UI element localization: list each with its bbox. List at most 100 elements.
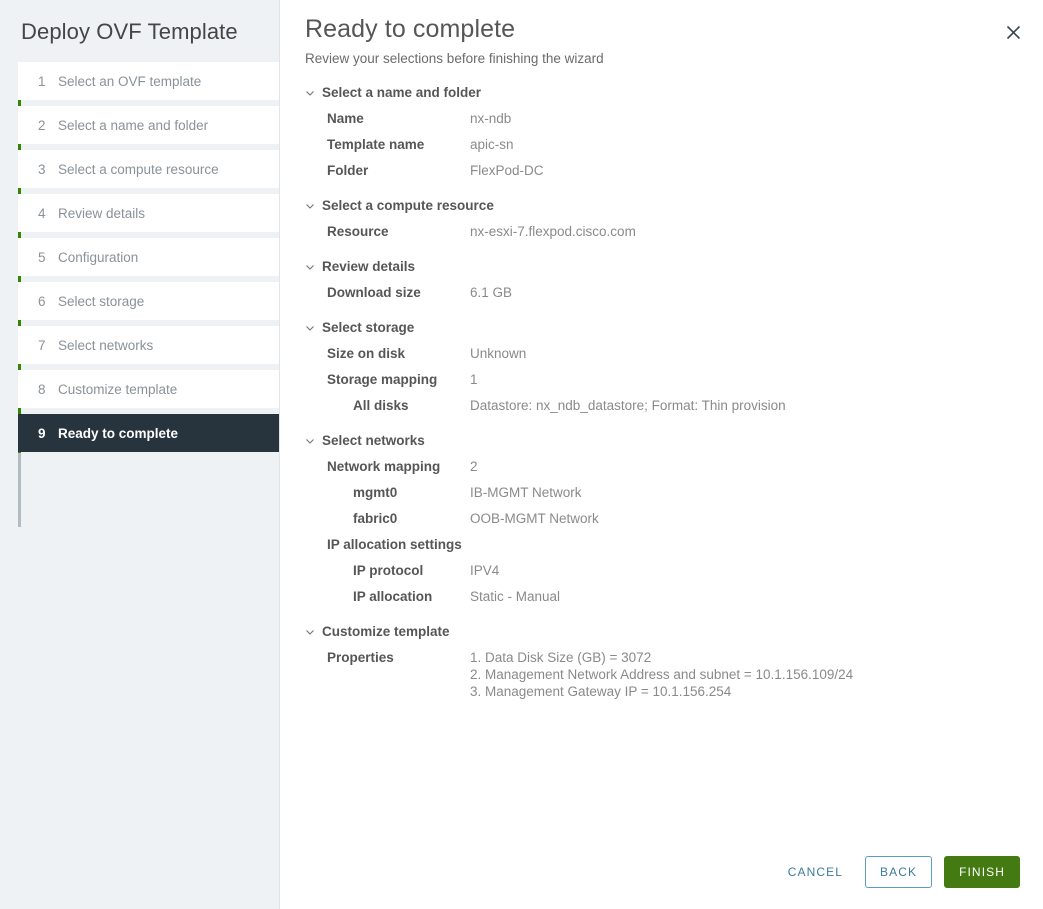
sidebar-step-label: Select storage <box>58 293 145 309</box>
summary-row: IP allocation Static - Manual <box>305 584 1043 610</box>
summary-row-value: 1 <box>470 372 478 387</box>
chevron-down-icon <box>305 88 319 98</box>
summary-row-value: FlexPod-DC <box>470 163 544 178</box>
back-button[interactable]: BACK <box>864 856 933 888</box>
summary-row: Storage mapping 1 <box>305 367 1043 393</box>
sidebar-step-label: Select networks <box>58 337 154 353</box>
summary-row-value: nx-ndb <box>470 111 512 126</box>
cancel-button[interactable]: CANCEL <box>776 856 855 888</box>
sidebar-step-label: Review details <box>58 205 146 221</box>
sidebar-step-number: 4 <box>38 205 46 221</box>
summary-row-value: Datastore: nx_ndb_datastore; Format: Thi… <box>470 398 786 413</box>
summary-row: Network mapping 2 <box>305 454 1043 480</box>
summary-row: Resource nx-esxi-7.flexpod.cisco.com <box>305 219 1043 245</box>
summary-row-key: Folder <box>327 163 369 178</box>
summary-row-value: 2 <box>470 459 478 474</box>
sidebar-step-label: Customize template <box>58 381 178 397</box>
summary-row-value: IPV4 <box>470 563 500 578</box>
summary-row-value: 1. Data Disk Size (GB) = 3072 2. Managem… <box>470 650 854 699</box>
summary-row: mgmt0 IB-MGMT Network <box>305 480 1043 506</box>
summary-row-key: IP protocol <box>353 563 424 578</box>
section-heading-text: Select storage <box>322 320 415 335</box>
summary-row: All disks Datastore: nx_ndb_datastore; Fo… <box>305 393 1043 419</box>
wizard-sidebar: Deploy OVF Template 1 Select an OVF templ… <box>0 0 280 909</box>
sidebar-step-4[interactable]: 4 Review details <box>18 194 279 232</box>
progress-rail-remaining <box>18 453 21 527</box>
sidebar-step-5[interactable]: 5 Configuration <box>18 238 279 276</box>
sidebar-step-label: Select an OVF template <box>58 73 202 89</box>
sidebar-step-6[interactable]: 6 Select storage <box>18 282 279 320</box>
section-customize-template: Customize template Properties 1. Data Disk… <box>305 610 1043 700</box>
page-title: Ready to complete <box>305 15 516 43</box>
summary-row-key: Resource <box>327 224 389 239</box>
summary-row-value: Unknown <box>470 346 527 361</box>
summary-row-key: Network mapping <box>327 459 441 474</box>
summary-row-key: mgmt0 <box>353 485 398 500</box>
chevron-down-icon <box>305 627 319 637</box>
sidebar-step-9[interactable]: 9 Ready to complete <box>18 414 279 452</box>
section-heading-text: Review details <box>322 259 416 274</box>
summary-row-value: apic-sn <box>470 137 514 152</box>
summary-row-key: Name <box>327 111 364 126</box>
wizard-title: Deploy OVF Template <box>21 19 238 44</box>
summary-row: Size on disk Unknown <box>305 341 1043 367</box>
sidebar-step-number: 8 <box>38 381 46 397</box>
sidebar-step-number: 5 <box>38 249 46 265</box>
sidebar-step-2[interactable]: 2 Select a name and folder <box>18 106 279 144</box>
wizard-main-panel: Ready to complete Review your selections… <box>280 0 1043 909</box>
close-icon[interactable] <box>999 18 1027 46</box>
section-select-networks: Select networks Network mapping 2 mgmt0 IB-M… <box>305 419 1043 610</box>
summary-row-key: IP allocation <box>353 589 433 604</box>
summary-row-key: Download size <box>327 285 421 300</box>
section-heading-text: Customize template <box>322 624 450 639</box>
summary-row-value: nx-esxi-7.flexpod.cisco.com <box>470 224 636 239</box>
summary-row-value: IB-MGMT Network <box>470 485 582 500</box>
summary-row-value: 6.1 GB <box>470 285 513 300</box>
section-compute-resource: Select a compute resource Resource nx-esxi… <box>305 184 1043 245</box>
wizard-step-list: 1 Select an OVF template 2 Select a name an… <box>0 62 279 527</box>
summary-row-key: fabric0 <box>353 511 398 526</box>
summary-row-key: Size on disk <box>327 346 406 361</box>
sidebar-step-7[interactable]: 7 Select networks <box>18 326 279 364</box>
chevron-down-icon <box>305 323 319 333</box>
section-header-select-storage[interactable]: Select storage <box>305 306 1043 335</box>
summary-row-key: IP allocation settings <box>327 537 462 552</box>
summary-row: fabric0 OOB-MGMT Network <box>305 506 1043 532</box>
sidebar-step-1[interactable]: 1 Select an OVF template <box>18 62 279 100</box>
chevron-down-icon <box>305 436 319 446</box>
chevron-down-icon <box>305 201 319 211</box>
section-heading-text: Select a compute resource <box>322 198 494 213</box>
sidebar-step-label: Select a compute resource <box>58 161 219 177</box>
section-header-select-networks[interactable]: Select networks <box>305 419 1043 448</box>
section-heading-text: Select networks <box>322 433 425 448</box>
summary-row: Download size 6.1 GB <box>305 280 1043 306</box>
summary-row: Folder FlexPod-DC <box>305 158 1043 184</box>
sidebar-step-3[interactable]: 3 Select a compute resource <box>18 150 279 188</box>
summary-sections: Select a name and folder Name nx-ndb Templa… <box>280 66 1043 700</box>
section-header-name-and-folder[interactable]: Select a name and folder <box>305 85 1043 100</box>
summary-row-value: OOB-MGMT Network <box>470 511 599 526</box>
section-select-storage: Select storage Size on disk Unknown Storage… <box>305 306 1043 419</box>
section-header-review-details[interactable]: Review details <box>305 245 1043 274</box>
summary-row: IP protocol IPV4 <box>305 558 1043 584</box>
section-header-customize-template[interactable]: Customize template <box>305 610 1043 639</box>
summary-row-key: Storage mapping <box>327 372 438 387</box>
summary-row: Properties 1. Data Disk Size (GB) = 3072 … <box>305 645 1043 700</box>
section-review-details: Review details Download size 6.1 GB <box>305 245 1043 306</box>
sidebar-step-number: 9 <box>38 425 46 441</box>
finish-button[interactable]: FINISH <box>944 856 1020 888</box>
chevron-down-icon <box>305 262 319 272</box>
summary-row-key: All disks <box>353 398 409 413</box>
deploy-ovf-template-wizard: Deploy OVF Template 1 Select an OVF templ… <box>0 0 1043 909</box>
summary-row-key: Properties <box>327 650 394 665</box>
sidebar-step-number: 2 <box>38 117 46 133</box>
sidebar-step-label: Configuration <box>58 249 139 265</box>
section-header-compute-resource[interactable]: Select a compute resource <box>305 184 1043 213</box>
page-subtitle: Review your selections before finishing … <box>305 51 604 66</box>
section-name-and-folder: Select a name and folder Name nx-ndb Templa… <box>305 85 1043 184</box>
sidebar-step-8[interactable]: 8 Customize template <box>18 370 279 408</box>
summary-row: IP allocation settings <box>305 532 1043 558</box>
section-heading-text: Select a name and folder <box>322 85 482 100</box>
summary-row: Template name apic-sn <box>305 132 1043 158</box>
sidebar-step-number: 1 <box>38 73 46 89</box>
